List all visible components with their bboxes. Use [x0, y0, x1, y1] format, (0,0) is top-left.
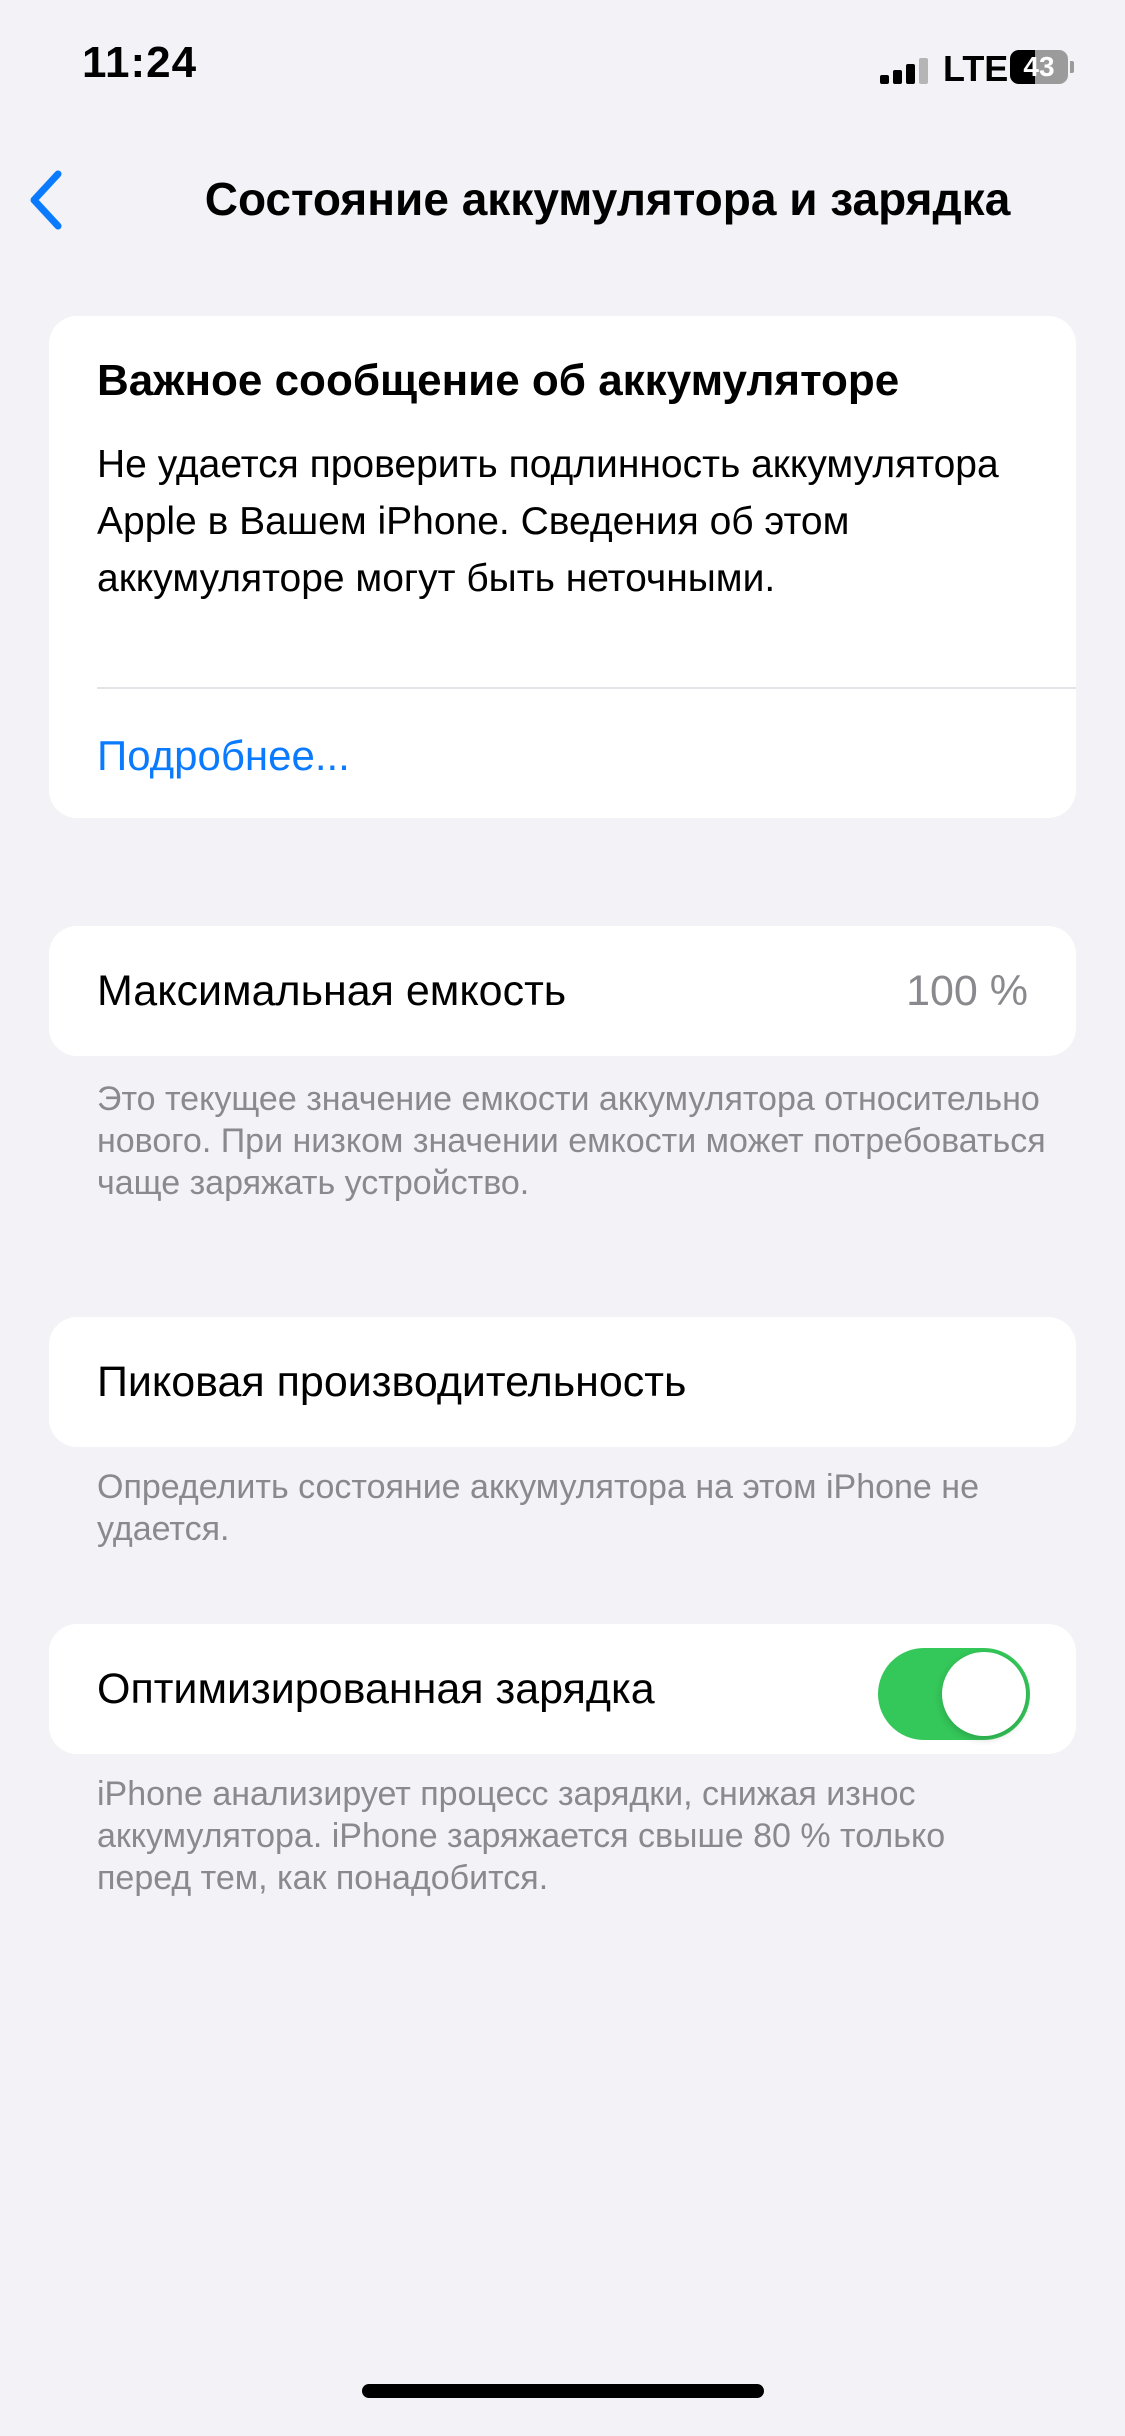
home-indicator[interactable]: [362, 2384, 764, 2398]
battery-alert-card: Важное сообщение об аккумуляторе Не удае…: [49, 316, 1076, 818]
battery-icon: 43: [1010, 50, 1074, 86]
chevron-left-icon: [30, 170, 62, 230]
status-bar: 11:24 LTE 43: [0, 0, 1125, 130]
max-capacity-label: Максимальная емкость: [97, 967, 567, 1015]
optimized-charging-row: Оптимизированная зарядка: [49, 1624, 1076, 1754]
status-time: 11:24: [82, 38, 198, 87]
navigation-bar: Состояние аккумулятора и зарядка: [0, 150, 1125, 250]
max-capacity-row: Максимальная емкость 100 %: [49, 926, 1076, 1056]
network-type: LTE: [943, 48, 1009, 89]
peak-performance-label: Пиковая производительность: [97, 1358, 687, 1406]
back-button[interactable]: [24, 168, 68, 232]
battery-level: 43: [1023, 51, 1055, 82]
optimized-charging-label: Оптимизированная зарядка: [97, 1665, 655, 1713]
max-capacity-footnote: Это текущее значение емкости аккумулятор…: [97, 1080, 1046, 1202]
divider: [97, 687, 1076, 689]
alert-title: Важное сообщение об аккумуляторе: [97, 356, 900, 405]
alert-message: Не удается проверить подлинность аккумул…: [97, 443, 999, 600]
optimized-charging-toggle[interactable]: [878, 1648, 1030, 1740]
max-capacity-value: 100 %: [906, 967, 1028, 1015]
page-title: Состояние аккумулятора и зарядка: [204, 173, 1011, 225]
learn-more-link[interactable]: Подробнее...: [97, 732, 350, 780]
peak-performance-row: Пиковая производительность: [49, 1317, 1076, 1447]
toggle-knob: [942, 1652, 1026, 1736]
optimized-charging-footnote: iPhone анализирует процесс зарядки, сниж…: [97, 1775, 946, 1897]
cellular-signal-icon: [880, 58, 930, 84]
peak-performance-footnote: Определить состояние аккумулятора на это…: [97, 1468, 979, 1548]
